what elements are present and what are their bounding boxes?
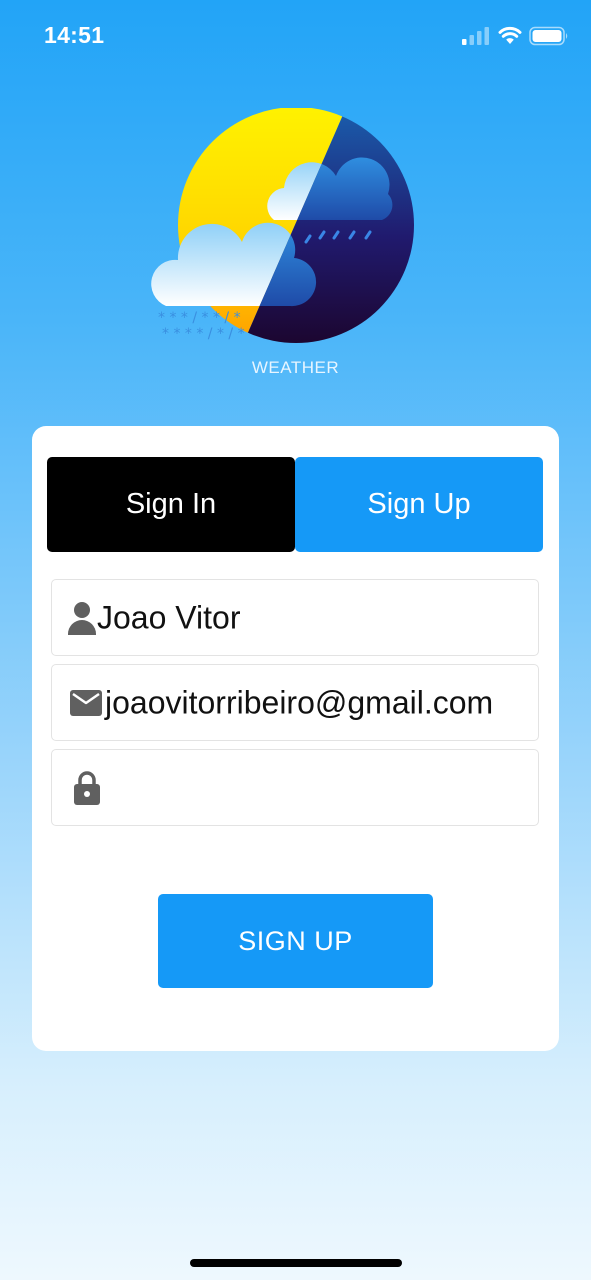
status-bar: 14:51	[0, 0, 591, 72]
tab-sign-in[interactable]: Sign In	[47, 457, 295, 552]
user-icon	[68, 601, 96, 635]
home-indicator[interactable]	[190, 1259, 402, 1267]
svg-text:* * * / * * / *: * * * / * * / *	[158, 310, 241, 326]
status-time: 14:51	[44, 22, 105, 48]
battery-icon	[529, 26, 568, 46]
lock-icon	[74, 770, 100, 805]
signal-icon	[462, 27, 489, 45]
name-field[interactable]: Joao Vitor	[51, 579, 539, 656]
svg-text:* * * * / * / *: * * * * / * / *	[162, 326, 245, 342]
mail-icon	[70, 689, 102, 716]
app-name-label: WEATHER	[251, 358, 340, 377]
wifi-icon	[498, 26, 522, 44]
weather-logo-icon: * * * / * * / * * * * * / * / *	[151, 108, 414, 343]
tab-sign-up[interactable]: Sign Up	[295, 457, 543, 552]
name-value: Joao Vitor	[97, 599, 241, 635]
sign-up-button[interactable]: SIGN UP	[158, 894, 433, 988]
auth-tabs: Sign In Sign Up	[47, 457, 544, 552]
auth-card: Sign In Sign Up Joao Vitor joaovitorribe…	[32, 426, 559, 1051]
password-field[interactable]	[51, 749, 539, 826]
email-field[interactable]: joaovitorribeiro@gmail.com	[51, 664, 539, 741]
email-value: joaovitorribeiro@gmail.com	[105, 684, 494, 720]
